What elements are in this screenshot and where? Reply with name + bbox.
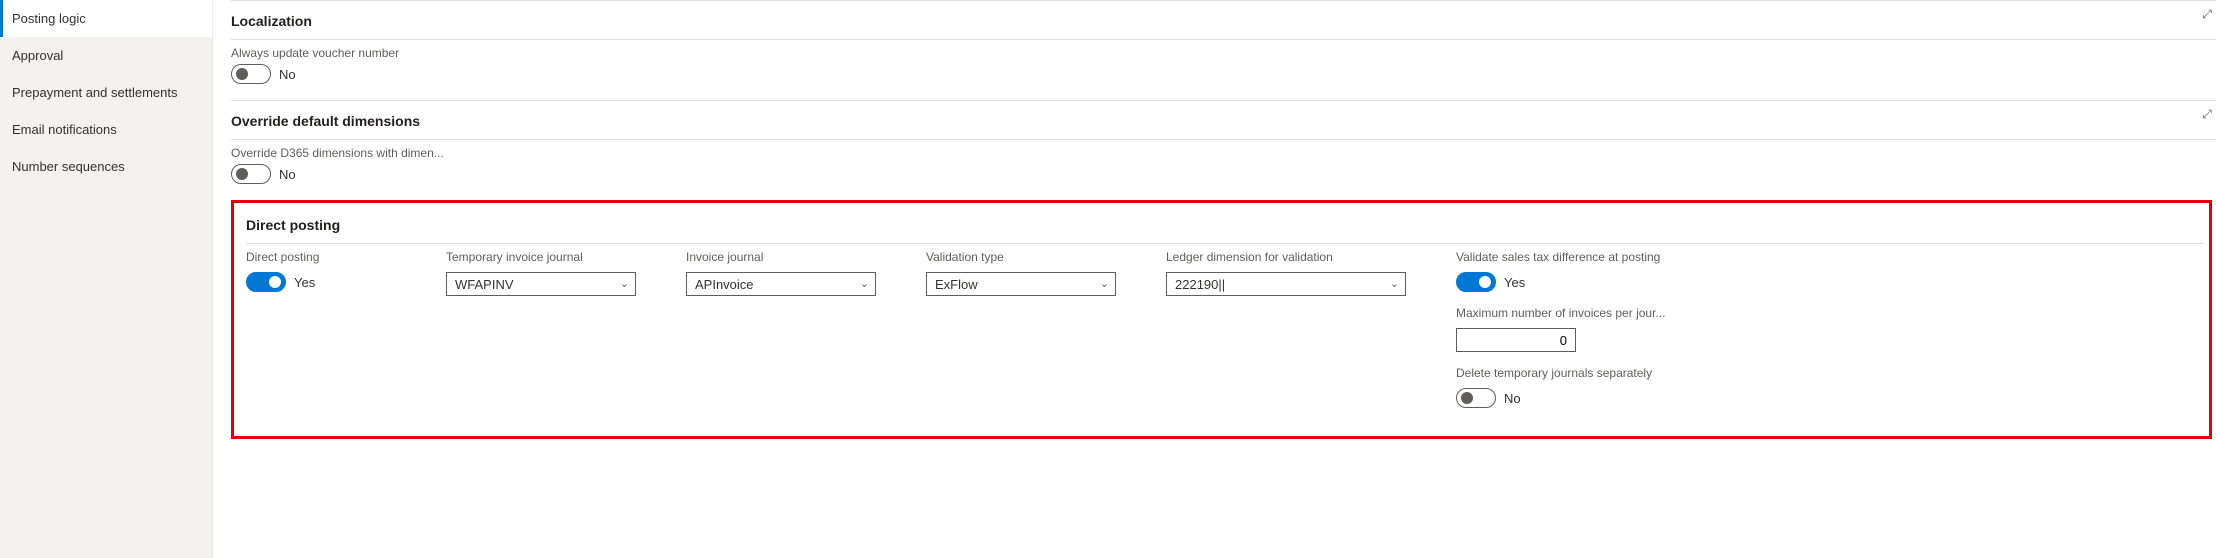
sidebar-item-prepayment[interactable]: Prepayment and settlements (0, 74, 212, 111)
section-body-override: Override D365 dimensions with dimen... N… (231, 139, 2216, 184)
max-invoices-label: Maximum number of invoices per jour... (1456, 306, 1716, 320)
sidebar-item-approval[interactable]: Approval (0, 37, 212, 74)
chevron-down-icon: ⌄ (1390, 277, 1399, 290)
invoice-journal-value: APInvoice (695, 277, 754, 292)
update-voucher-value: No (279, 67, 296, 82)
field-max-invoices: Maximum number of invoices per jour... (1456, 306, 1716, 352)
sidebar-item-label: Approval (12, 48, 63, 63)
field-delete-temp: Delete temporary journals separately No (1456, 366, 1716, 408)
section-title-override: Override default dimensions (231, 109, 2216, 139)
section-title-direct-posting: Direct posting (246, 213, 2203, 243)
override-dims-value: No (279, 167, 296, 182)
invoice-journal-select[interactable]: APInvoice ⌄ (686, 272, 876, 296)
main-content: Localization ⤢ Always update voucher num… (213, 0, 2216, 558)
section-body-localization: Always update voucher number No (231, 39, 2216, 84)
delete-temp-label: Delete temporary journals separately (1456, 366, 1716, 380)
sidebar-item-label: Email notifications (12, 122, 117, 137)
ledger-dimension-label: Ledger dimension for validation (1166, 250, 1406, 264)
update-voucher-label: Always update voucher number (231, 46, 2216, 60)
section-body-direct-posting: Direct posting Yes Temporary invoice jou… (246, 243, 2203, 408)
chevron-down-icon: ⌄ (1100, 277, 1109, 290)
section-override-dimensions: Override default dimensions ⤢ Override D… (231, 100, 2216, 200)
override-dims-label: Override D365 dimensions with dimen... (231, 146, 2216, 160)
direct-posting-label: Direct posting (246, 250, 396, 264)
sidebar-item-email-notifications[interactable]: Email notifications (0, 111, 212, 148)
section-title-localization: Localization (231, 9, 2216, 39)
ledger-dimension-value: 222190|| (1175, 277, 1225, 292)
temp-journal-label: Temporary invoice journal (446, 250, 636, 264)
sidebar-item-label: Prepayment and settlements (12, 85, 177, 100)
field-ledger-dimension: Ledger dimension for validation 222190||… (1166, 250, 1406, 296)
section-direct-posting: Direct posting Direct posting Yes Tempor… (246, 213, 2203, 424)
temp-journal-select[interactable]: WFAPINV ⌄ (446, 272, 636, 296)
delete-temp-toggle[interactable] (1456, 388, 1496, 408)
invoice-journal-label: Invoice journal (686, 250, 876, 264)
validate-tax-label: Validate sales tax difference at posting (1456, 250, 1716, 264)
field-invoice-journal: Invoice journal APInvoice ⌄ (686, 250, 876, 296)
expand-icon[interactable]: ⤢ (2198, 7, 2216, 25)
max-invoices-input[interactable] (1456, 328, 1576, 352)
expand-icon[interactable]: ⤢ (2198, 107, 2216, 125)
sidebar-item-number-sequences[interactable]: Number sequences (0, 148, 212, 185)
sidebar-item-label: Number sequences (12, 159, 125, 174)
chevron-down-icon: ⌄ (620, 277, 629, 290)
delete-temp-value: No (1504, 391, 1521, 406)
field-temp-journal: Temporary invoice journal WFAPINV ⌄ (446, 250, 636, 296)
sidebar-item-posting-logic[interactable]: Posting logic (0, 0, 212, 37)
ledger-dimension-select[interactable]: 222190|| ⌄ (1166, 272, 1406, 296)
section-localization: Localization ⤢ Always update voucher num… (231, 0, 2216, 100)
validation-type-label: Validation type (926, 250, 1116, 264)
override-dims-toggle[interactable] (231, 164, 271, 184)
validation-type-select[interactable]: ExFlow ⌄ (926, 272, 1116, 296)
field-direct-posting: Direct posting Yes (246, 250, 396, 292)
direct-posting-toggle[interactable] (246, 272, 286, 292)
sidebar-item-label: Posting logic (12, 11, 86, 26)
temp-journal-value: WFAPINV (455, 277, 514, 292)
highlight-box: Direct posting Direct posting Yes Tempor… (231, 200, 2212, 439)
field-group-right: Validate sales tax difference at posting… (1456, 250, 1716, 408)
direct-posting-value: Yes (294, 275, 315, 290)
field-validate-tax: Validate sales tax difference at posting… (1456, 250, 1716, 292)
validation-type-value: ExFlow (935, 277, 978, 292)
sidebar: Posting logic Approval Prepayment and se… (0, 0, 213, 558)
validate-tax-value: Yes (1504, 275, 1525, 290)
field-validation-type: Validation type ExFlow ⌄ (926, 250, 1116, 296)
chevron-down-icon: ⌄ (860, 277, 869, 290)
validate-tax-toggle[interactable] (1456, 272, 1496, 292)
update-voucher-toggle[interactable] (231, 64, 271, 84)
